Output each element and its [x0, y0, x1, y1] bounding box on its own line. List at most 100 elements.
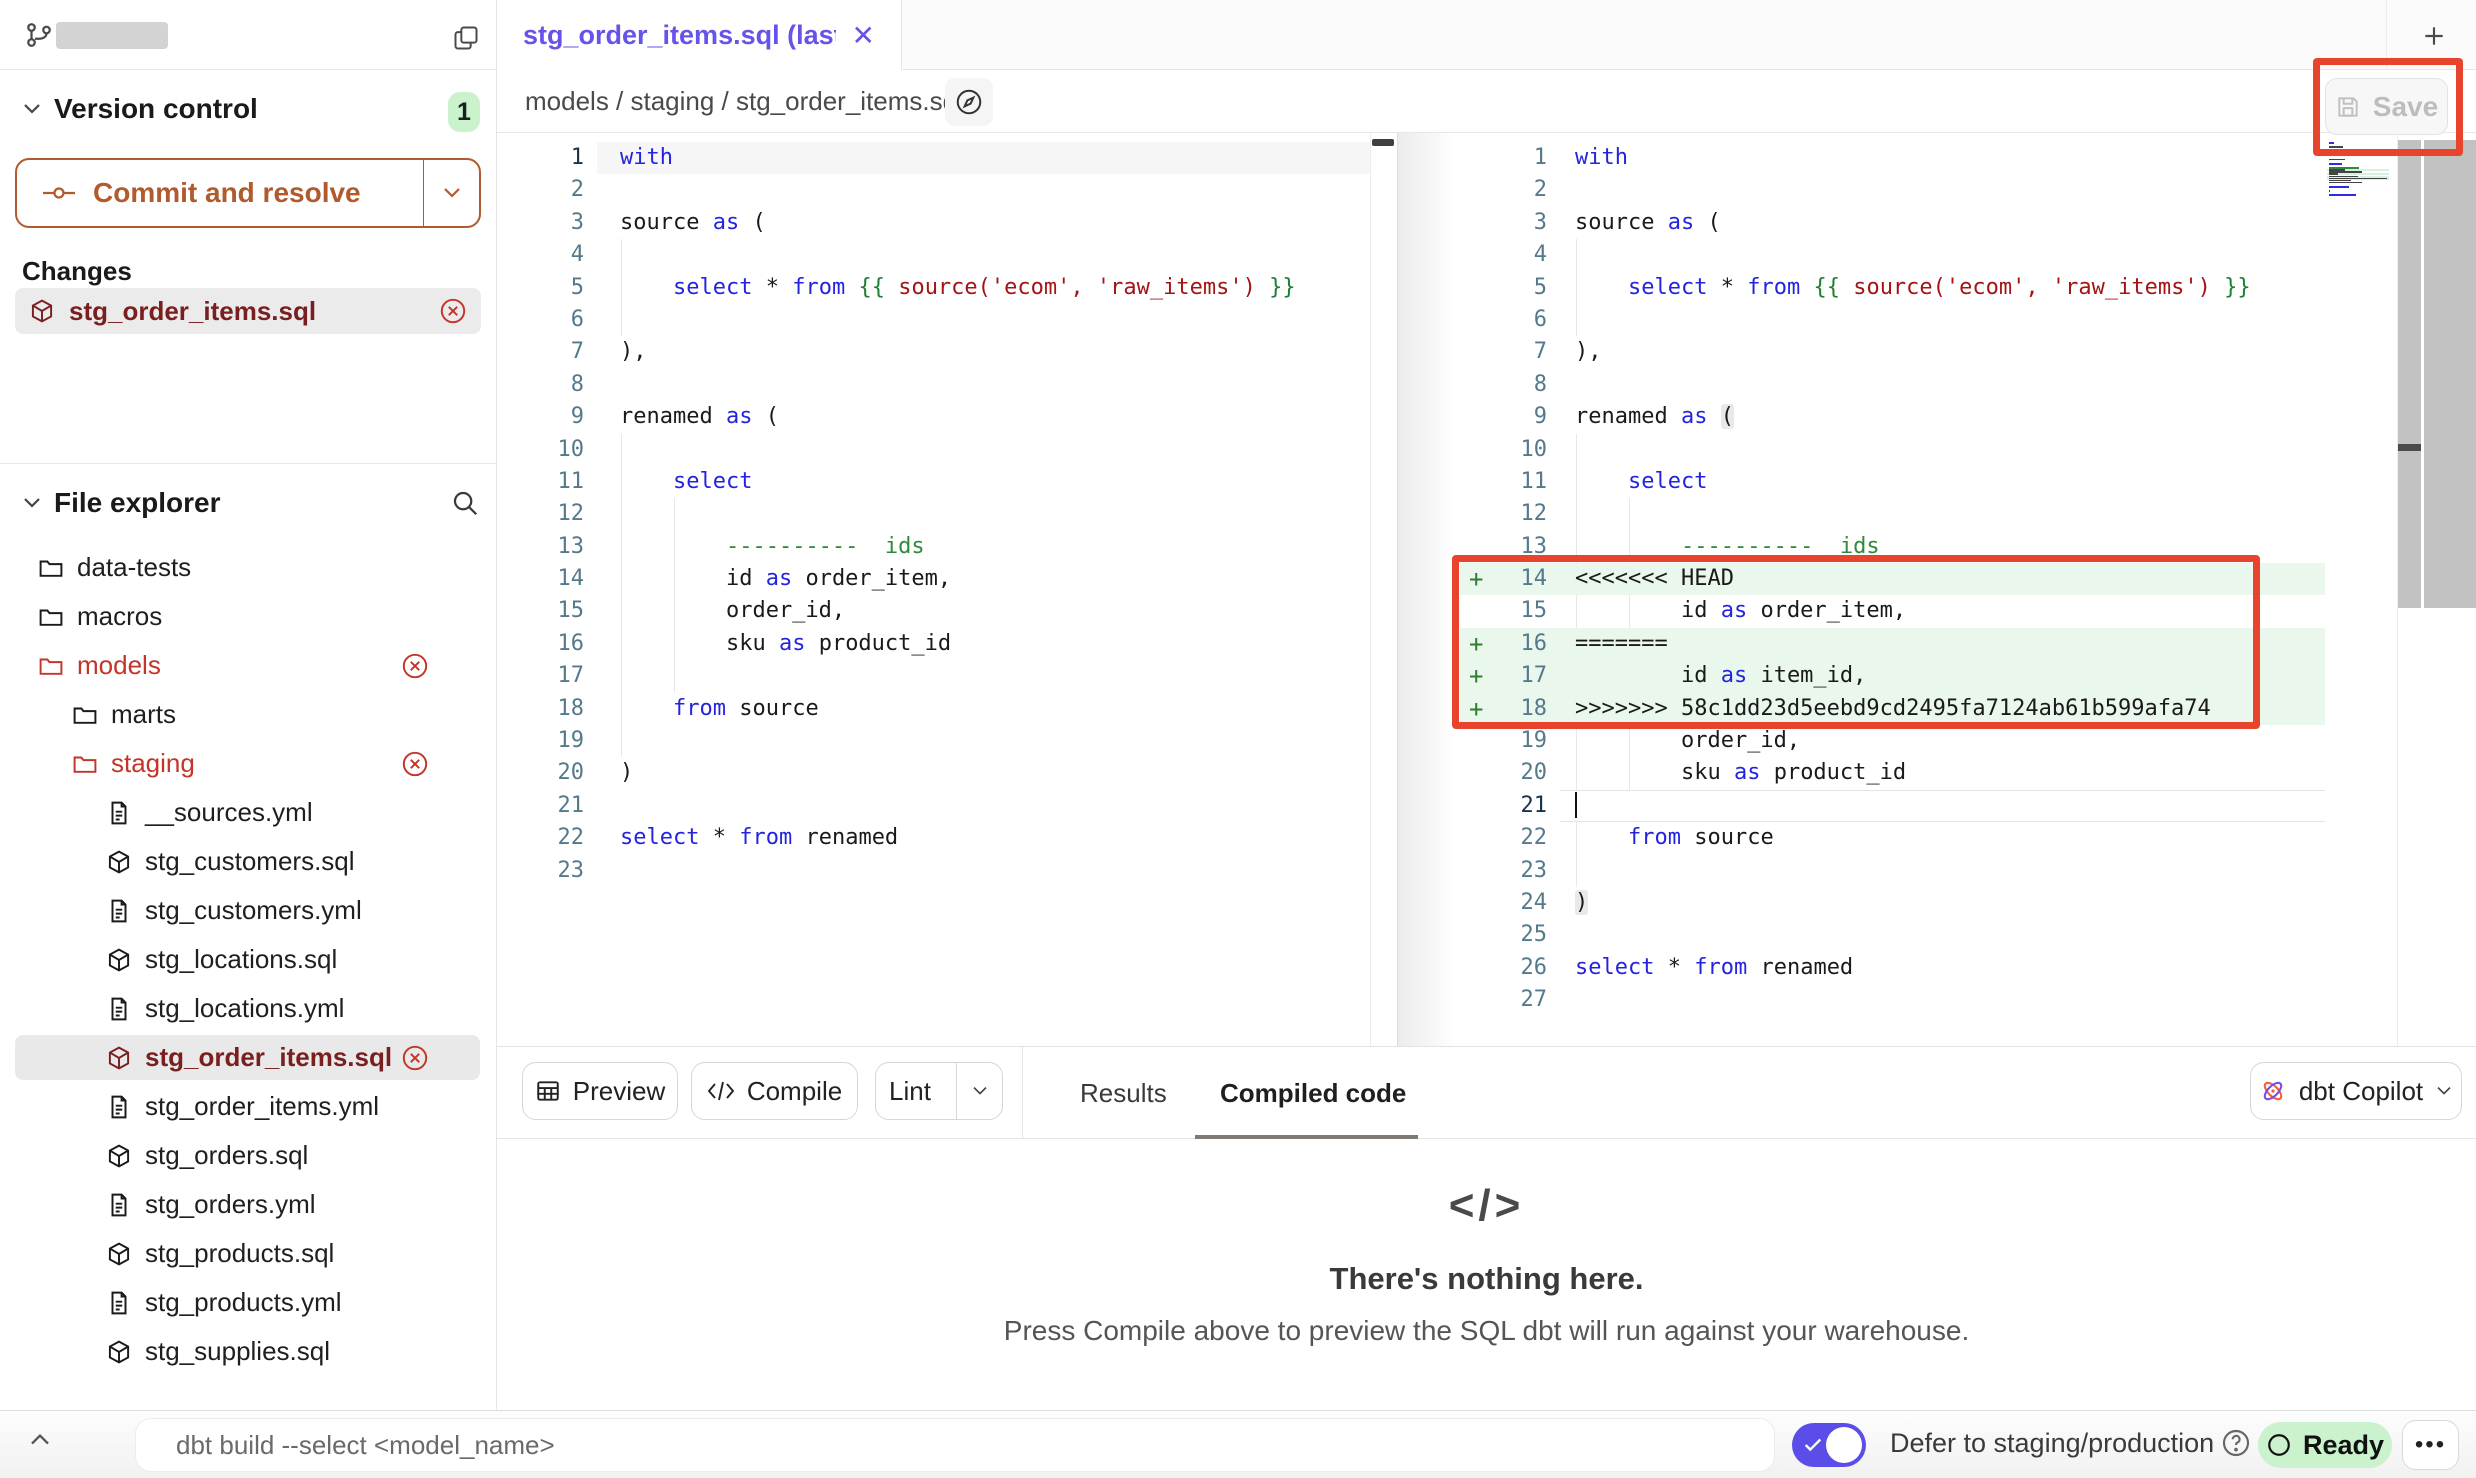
- file-tree-item-data-tests[interactable]: data-tests: [0, 543, 496, 592]
- file-tree-item-stg-locations-yml[interactable]: stg_locations.yml: [0, 984, 496, 1033]
- code-line-13[interactable]: 13 ---------- ids: [497, 531, 1370, 563]
- code-line-17[interactable]: +17 id as item_id,: [1460, 660, 2325, 692]
- lineage-icon[interactable]: [945, 78, 993, 126]
- file-tree-item-stg-order-items-sql[interactable]: stg_order_items.sql: [0, 1033, 496, 1082]
- code-line-22[interactable]: 22select * from renamed: [497, 822, 1370, 854]
- code-line-20[interactable]: 20): [497, 757, 1370, 789]
- file-explorer-header[interactable]: File explorer: [0, 472, 496, 534]
- changed-file-row[interactable]: stg_order_items.sql: [15, 288, 481, 334]
- code-line-11[interactable]: 11 select: [1460, 466, 2325, 498]
- code-line-5[interactable]: 5 select * from {{ source('ecom', 'raw_i…: [497, 272, 1370, 304]
- code-line-2[interactable]: 2: [1460, 174, 2325, 206]
- code-line-23[interactable]: 23: [1460, 855, 2325, 887]
- discard-change-icon[interactable]: [401, 750, 429, 778]
- more-options-button[interactable]: •••: [2402, 1420, 2459, 1470]
- window-scrollbar[interactable]: [2424, 140, 2476, 608]
- code-line-7[interactable]: 7),: [497, 336, 1370, 368]
- compile-button[interactable]: Compile: [691, 1062, 858, 1120]
- dbt-command-input[interactable]: dbt build --select <model_name>: [135, 1418, 1775, 1472]
- code-line-20[interactable]: 20 sku as product_id: [1460, 757, 2325, 789]
- dbt-copilot-button[interactable]: dbt Copilot: [2250, 1062, 2462, 1120]
- defer-toggle[interactable]: [1792, 1423, 1866, 1467]
- code-line-4[interactable]: 4: [1460, 239, 2325, 271]
- tab-close-icon[interactable]: ✕: [852, 19, 875, 52]
- version-control-header[interactable]: Version control 1: [0, 78, 496, 140]
- code-line-16[interactable]: 16 sku as product_id: [497, 628, 1370, 660]
- code-line-24[interactable]: 24): [1460, 887, 2325, 919]
- tab-results[interactable]: Results: [1080, 1047, 1167, 1139]
- help-icon[interactable]: [2220, 1427, 2252, 1459]
- commit-and-resolve-button[interactable]: Commit and resolve: [15, 158, 481, 228]
- file-tree-item-models[interactable]: models: [0, 641, 496, 690]
- code-line-17[interactable]: 17: [497, 660, 1370, 692]
- code-line-15[interactable]: 15 order_id,: [497, 595, 1370, 627]
- file-tree-item-stg-orders-yml[interactable]: stg_orders.yml: [0, 1180, 496, 1229]
- code-line-7[interactable]: 7),: [1460, 336, 2325, 368]
- code-line-4[interactable]: 4: [497, 239, 1370, 271]
- file-tree-item--sources-yml[interactable]: __sources.yml: [0, 788, 496, 837]
- code-line-3[interactable]: 3source as (: [1460, 207, 2325, 239]
- code-line-5[interactable]: 5 select * from {{ source('ecom', 'raw_i…: [1460, 272, 2325, 304]
- code-line-10[interactable]: 10: [497, 434, 1370, 466]
- code-line-10[interactable]: 10: [1460, 434, 2325, 466]
- code-line-3[interactable]: 3source as (: [497, 207, 1370, 239]
- code-line-19[interactable]: 19 order_id,: [1460, 725, 2325, 757]
- code-line-12[interactable]: 12: [497, 498, 1370, 530]
- file-tree-item-stg-products-sql[interactable]: stg_products.sql: [0, 1229, 496, 1278]
- save-button[interactable]: Save: [2325, 78, 2448, 135]
- discard-change-icon[interactable]: [439, 297, 467, 325]
- code-line-2[interactable]: 2: [497, 174, 1370, 206]
- file-tree-item-stg-customers-yml[interactable]: stg_customers.yml: [0, 886, 496, 935]
- code-line-26[interactable]: 26select * from renamed: [1460, 952, 2325, 984]
- code-minimap[interactable]: [2327, 142, 2389, 198]
- code-line-15[interactable]: 15 id as order_item,: [1460, 595, 2325, 627]
- new-tab-button[interactable]: [2417, 19, 2451, 53]
- file-tree-item-stg-orders-sql[interactable]: stg_orders.sql: [0, 1131, 496, 1180]
- code-line-9[interactable]: 9renamed as (: [497, 401, 1370, 433]
- code-line-21[interactable]: 21: [1460, 790, 2325, 822]
- collapse-chevron-icon[interactable]: [28, 1431, 52, 1447]
- file-tree-item-stg-products-yml[interactable]: stg_products.yml: [0, 1278, 496, 1327]
- code-line-19[interactable]: 19: [497, 725, 1370, 757]
- file-tree-item-stg-locations-sql[interactable]: stg_locations.sql: [0, 935, 496, 984]
- file-tree-item-stg-supplies-sql[interactable]: stg_supplies.sql: [0, 1327, 496, 1376]
- file-tree-item-macros[interactable]: macros: [0, 592, 496, 641]
- left-editor-scroll-thumb[interactable]: [1372, 139, 1394, 146]
- file-tree-item-stg-order-items-yml[interactable]: stg_order_items.yml: [0, 1082, 496, 1131]
- right-editor-scroll-thumb[interactable]: [2398, 444, 2421, 451]
- copy-files-icon[interactable]: [452, 24, 480, 52]
- file-tree-item-stg-customers-sql[interactable]: stg_customers.sql: [0, 837, 496, 886]
- discard-change-icon[interactable]: [401, 1044, 429, 1072]
- code-line-6[interactable]: 6: [1460, 304, 2325, 336]
- tab-compiled-code[interactable]: Compiled code: [1220, 1047, 1406, 1139]
- discard-change-icon[interactable]: [401, 652, 429, 680]
- code-line-8[interactable]: 8: [497, 369, 1370, 401]
- code-line-18[interactable]: 18 from source: [497, 693, 1370, 725]
- file-tree-item-marts[interactable]: marts: [0, 690, 496, 739]
- search-icon[interactable]: [450, 488, 480, 518]
- code-line-18[interactable]: +18>>>>>>> 58c1dd23d5eebd9cd2495fa7124ab…: [1460, 693, 2325, 725]
- code-line-21[interactable]: 21: [497, 790, 1370, 822]
- file-tree-item-staging[interactable]: staging: [0, 739, 496, 788]
- code-line-1[interactable]: 1with: [1460, 142, 2325, 174]
- code-line-13[interactable]: 13 ---------- ids: [1460, 531, 2325, 563]
- code-line-27[interactable]: 27: [1460, 984, 2325, 1016]
- split-editor[interactable]: 1with23source as (45 select * from {{ so…: [497, 133, 2476, 1046]
- code-line-11[interactable]: 11 select: [497, 466, 1370, 498]
- connection-status-badge[interactable]: Ready: [2258, 1422, 2392, 1468]
- code-line-16[interactable]: +16=======: [1460, 628, 2325, 660]
- preview-button[interactable]: Preview: [522, 1062, 678, 1120]
- code-line-25[interactable]: 25: [1460, 919, 2325, 951]
- commit-options-chevron[interactable]: [423, 160, 479, 226]
- code-line-23[interactable]: 23: [497, 855, 1370, 887]
- code-line-6[interactable]: 6: [497, 304, 1370, 336]
- code-line-14[interactable]: 14 id as order_item,: [497, 563, 1370, 595]
- editor-pane-last-commit[interactable]: 1with23source as (45 select * from {{ so…: [497, 133, 1370, 1046]
- lint-button[interactable]: Lint: [875, 1062, 1003, 1120]
- lint-options-chevron[interactable]: [956, 1063, 1002, 1119]
- tab-stg-order-items[interactable]: stg_order_items.sql (last c... ✕: [497, 0, 902, 70]
- editor-pane-working[interactable]: 1with23source as (45 select * from {{ so…: [1460, 133, 2325, 1046]
- code-line-12[interactable]: 12: [1460, 498, 2325, 530]
- code-line-8[interactable]: 8: [1460, 369, 2325, 401]
- code-line-9[interactable]: 9renamed as (: [1460, 401, 2325, 433]
